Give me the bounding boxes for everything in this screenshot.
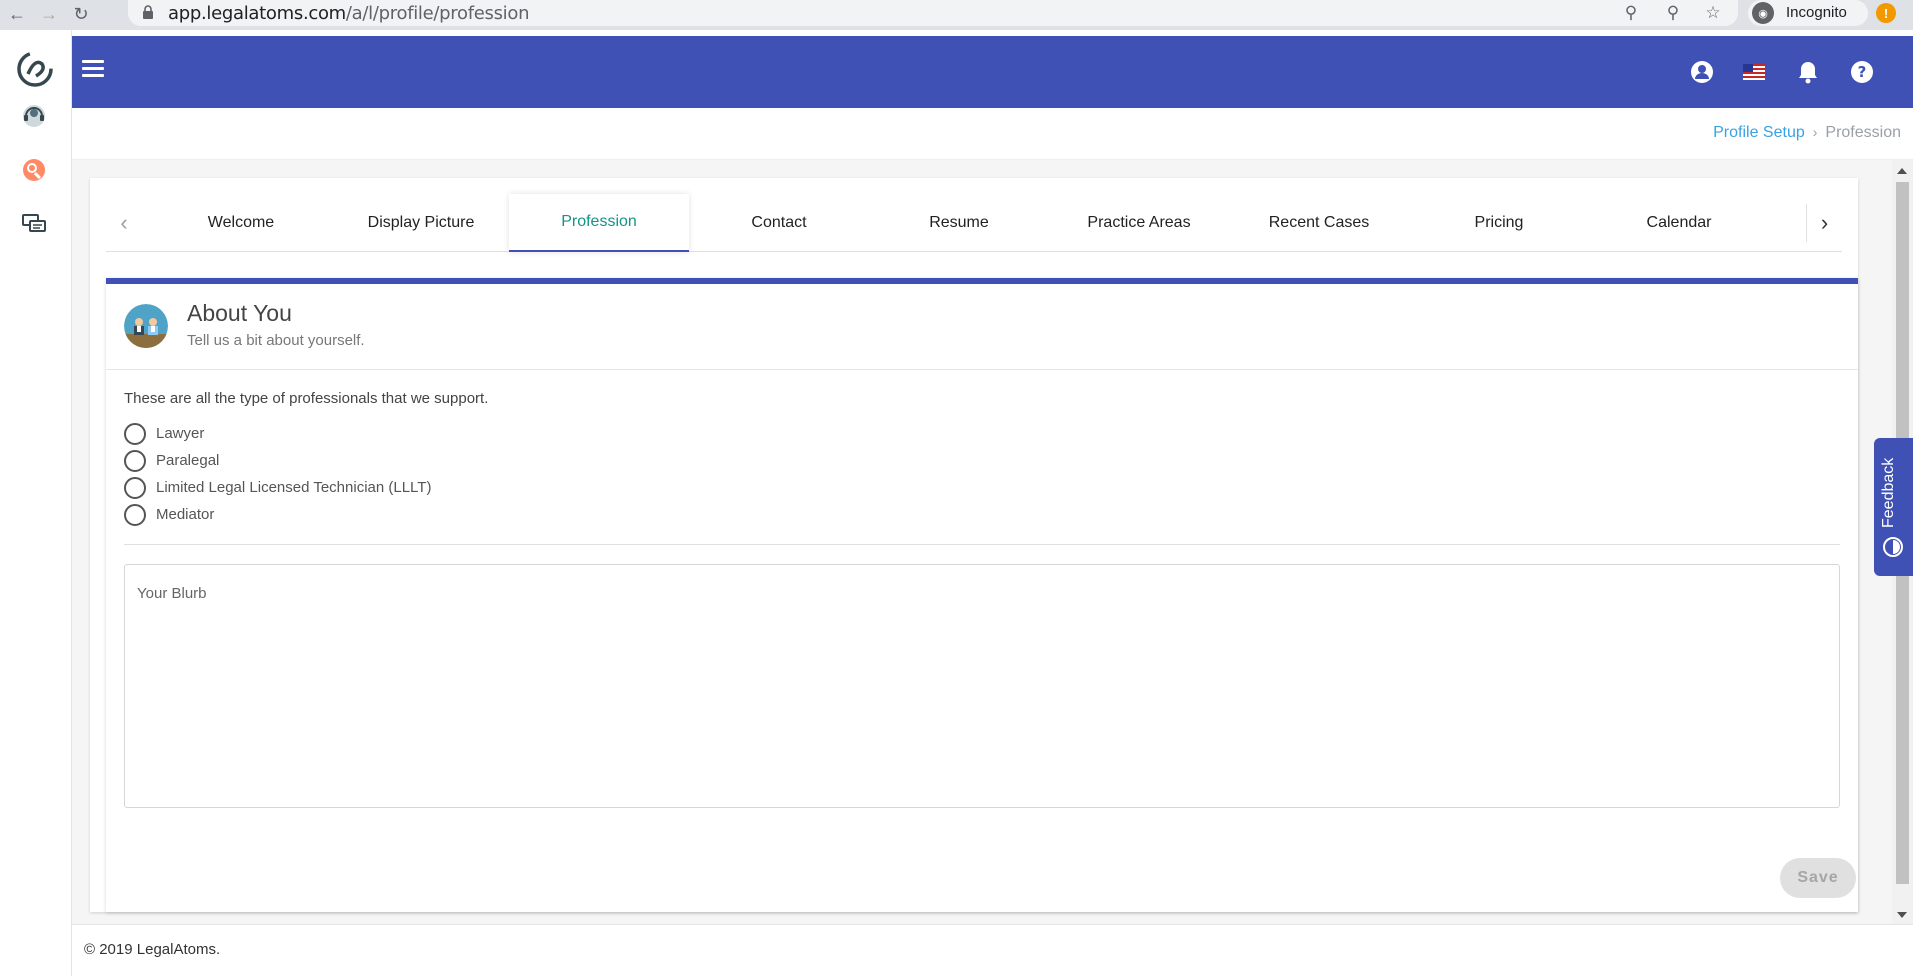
profession-intro-text: These are all the type of professionals … <box>124 390 489 407</box>
feedback-label: Feedback <box>1880 457 1897 528</box>
breadcrumb-separator: › <box>1812 124 1818 140</box>
help-icon[interactable]: ? <box>1848 58 1876 86</box>
page-footer: © 2019 LegalAtoms. <box>72 924 1913 976</box>
key-icon[interactable]: ⚲ <box>1620 2 1642 24</box>
radio-label: Lawyer <box>156 425 205 442</box>
radio-label: Limited Legal Licensed Technician (LLLT) <box>156 479 432 496</box>
profession-radio-group: Lawyer Paralegal Limited Legal Licensed … <box>124 420 431 528</box>
support-agent-icon <box>23 105 45 127</box>
sidebar-item-support[interactable] <box>20 102 48 130</box>
bell-icon[interactable] <box>1794 58 1822 86</box>
incognito-indicator[interactable]: ◉ Incognito <box>1748 0 1868 26</box>
legalatoms-logo[interactable] <box>16 50 54 88</box>
panel-subtitle: Tell us a bit about yourself. <box>187 332 365 349</box>
tab-recent-cases[interactable]: Recent Cases <box>1229 194 1409 252</box>
radio-label: Paralegal <box>156 452 220 469</box>
sidebar-item-messages[interactable] <box>20 210 48 238</box>
star-icon[interactable]: ☆ <box>1702 2 1724 24</box>
breadcrumb-bar: Profile Setup › Profession <box>72 108 1913 160</box>
panel-title: About You <box>187 300 292 326</box>
profile-card: ‹ Welcome Display Picture Profession Con… <box>90 178 1858 912</box>
tab-welcome[interactable]: Welcome <box>151 194 331 252</box>
account-icon[interactable] <box>1688 58 1716 86</box>
tab-resume[interactable]: Resume <box>869 194 1049 252</box>
radio-circle[interactable] <box>124 449 146 472</box>
forward-icon[interactable]: → <box>38 3 60 25</box>
us-flag-icon[interactable] <box>1740 58 1768 86</box>
breadcrumb: Profile Setup › Profession <box>1713 124 1901 142</box>
tab-profession[interactable]: Profession <box>509 194 689 252</box>
url-text: app.legalatoms.com/a/l/profile/professio… <box>168 3 530 24</box>
about-you-panel: About You Tell us a bit about yourself. … <box>106 278 1858 912</box>
back-icon[interactable]: ← <box>6 3 28 25</box>
section-divider <box>124 544 1840 545</box>
address-bar[interactable]: app.legalatoms.com/a/l/profile/professio… <box>128 0 1738 26</box>
radio-label: Mediator <box>156 506 215 523</box>
radio-option-paralegal[interactable]: Paralegal <box>124 447 431 474</box>
breadcrumb-profile-setup[interactable]: Profile Setup <box>1713 124 1805 141</box>
tab-calendar[interactable]: Calendar <box>1589 194 1769 252</box>
incognito-icon: ◉ <box>1752 2 1774 24</box>
blurb-textarea[interactable] <box>124 564 1840 808</box>
reload-icon[interactable]: ↻ <box>70 3 92 25</box>
feedback-tab[interactable]: Feedback <box>1874 438 1913 576</box>
search-profile-icon <box>23 159 45 181</box>
tabs-next-chevron-icon[interactable]: › <box>1806 204 1842 242</box>
radio-circle[interactable] <box>124 476 146 499</box>
update-badge[interactable]: ! <box>1876 3 1896 23</box>
tabs-prev-chevron-icon[interactable]: ‹ <box>106 204 142 242</box>
copyright-text: © 2019 LegalAtoms. <box>84 941 221 958</box>
radio-option-lllt[interactable]: Limited Legal Licensed Technician (LLLT) <box>124 474 431 501</box>
lock-icon <box>143 5 153 19</box>
radio-circle[interactable] <box>124 503 146 526</box>
save-button[interactable]: Save <box>1780 858 1856 898</box>
professionals-avatar <box>124 304 168 348</box>
panel-header: About You Tell us a bit about yourself. <box>106 284 1858 370</box>
radio-option-mediator[interactable]: Mediator <box>124 501 431 528</box>
radio-option-lawyer[interactable]: Lawyer <box>124 420 431 447</box>
tab-display-picture[interactable]: Display Picture <box>331 194 511 252</box>
profile-tabs: ‹ Welcome Display Picture Profession Con… <box>106 194 1842 252</box>
left-rail <box>0 30 72 976</box>
tab-practice-areas[interactable]: Practice Areas <box>1049 194 1229 252</box>
breadcrumb-current: Profession <box>1825 124 1901 141</box>
app-header: ? <box>72 36 1913 108</box>
zoom-icon[interactable]: ⚲ <box>1662 2 1684 24</box>
scroll-up-arrow-icon[interactable] <box>1897 168 1907 174</box>
main-content: ‹ Welcome Display Picture Profession Con… <box>72 160 1892 924</box>
svg-text:?: ? <box>1858 63 1867 81</box>
tab-pricing[interactable]: Pricing <box>1409 194 1589 252</box>
tab-contact[interactable]: Contact <box>689 194 869 252</box>
radio-circle[interactable] <box>124 422 146 445</box>
hamburger-menu-icon[interactable] <box>82 60 104 78</box>
browser-chrome: ← → ↻ app.legalatoms.com/a/l/profile/pro… <box>0 0 1913 30</box>
feedback-icon <box>1883 537 1903 557</box>
sidebar-item-search-profile[interactable] <box>20 156 48 184</box>
chat-bubbles-icon <box>22 214 46 232</box>
scroll-down-arrow-icon[interactable] <box>1897 912 1907 918</box>
incognito-label: Incognito <box>1786 4 1847 21</box>
